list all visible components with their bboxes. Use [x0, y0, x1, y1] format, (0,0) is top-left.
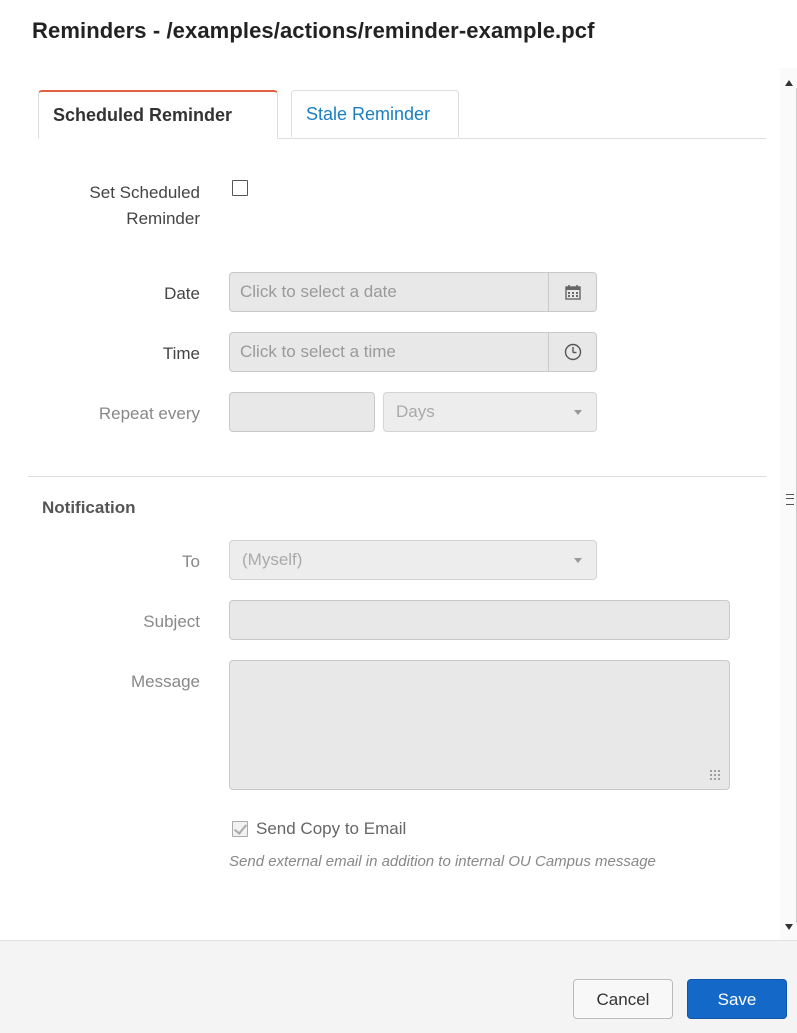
repeat-label: Repeat every: [98, 404, 200, 423]
check-icon: [233, 821, 248, 835]
date-picker-button[interactable]: [548, 273, 596, 311]
date-placeholder: Click to select a date: [240, 282, 397, 301]
repeat-count-input[interactable]: [229, 392, 375, 432]
time-placeholder: Click to select a time: [240, 342, 396, 361]
time-input[interactable]: Click to select a time: [229, 332, 597, 372]
dialog-title: Reminders - /examples/actions/reminder-e…: [32, 18, 595, 43]
message-label: Message: [131, 672, 200, 691]
notification-heading: Notification: [42, 498, 136, 517]
send-copy-checkbox[interactable]: [232, 821, 248, 837]
scroll-up-arrow-icon[interactable]: [785, 80, 793, 86]
to-value: (Myself): [242, 550, 303, 569]
scroll-grip-icon[interactable]: [786, 494, 794, 505]
repeat-unit-value: Days: [396, 402, 435, 421]
tab-bar: Scheduled Reminder Stale Reminder: [38, 90, 766, 139]
dialog-footer: Cancel Save: [0, 940, 797, 1033]
time-label: Time: [162, 344, 200, 363]
repeat-unit-select[interactable]: Days: [383, 392, 597, 432]
tab-scheduled-reminder[interactable]: Scheduled Reminder: [38, 90, 278, 139]
vertical-scrollbar[interactable]: [780, 68, 797, 940]
to-select[interactable]: (Myself): [229, 540, 597, 580]
dialog-content: Scheduled Reminder Stale Reminder Set Sc…: [10, 68, 780, 940]
chevron-down-icon: [574, 410, 582, 415]
save-button[interactable]: Save: [687, 979, 787, 1019]
scroll-down-arrow-icon[interactable]: [785, 924, 793, 930]
cancel-button[interactable]: Cancel: [573, 979, 673, 1019]
set-scheduled-label: Set Scheduled Reminder: [20, 180, 200, 232]
chevron-down-icon: [574, 558, 582, 563]
set-scheduled-checkbox[interactable]: [232, 180, 248, 196]
tab-stale-reminder[interactable]: Stale Reminder: [291, 90, 459, 137]
time-picker-button[interactable]: [548, 333, 596, 371]
send-copy-help: Send external email in addition to inter…: [229, 853, 656, 870]
send-copy-label: Send Copy to Email: [256, 819, 407, 838]
message-value: [230, 661, 729, 677]
date-label: Date: [164, 284, 200, 303]
calendar-icon: [564, 285, 581, 300]
clock-icon: [564, 343, 581, 361]
section-divider: [28, 476, 766, 477]
set-scheduled-label-line2: Reminder: [126, 209, 200, 228]
resize-grip-icon[interactable]: [709, 769, 721, 781]
set-scheduled-label-line1: Set Scheduled: [89, 183, 200, 202]
subject-label: Subject: [143, 612, 200, 631]
to-label: To: [182, 552, 200, 571]
subject-input[interactable]: [229, 600, 730, 640]
date-input[interactable]: Click to select a date: [229, 272, 597, 312]
message-textarea[interactable]: [229, 660, 730, 790]
